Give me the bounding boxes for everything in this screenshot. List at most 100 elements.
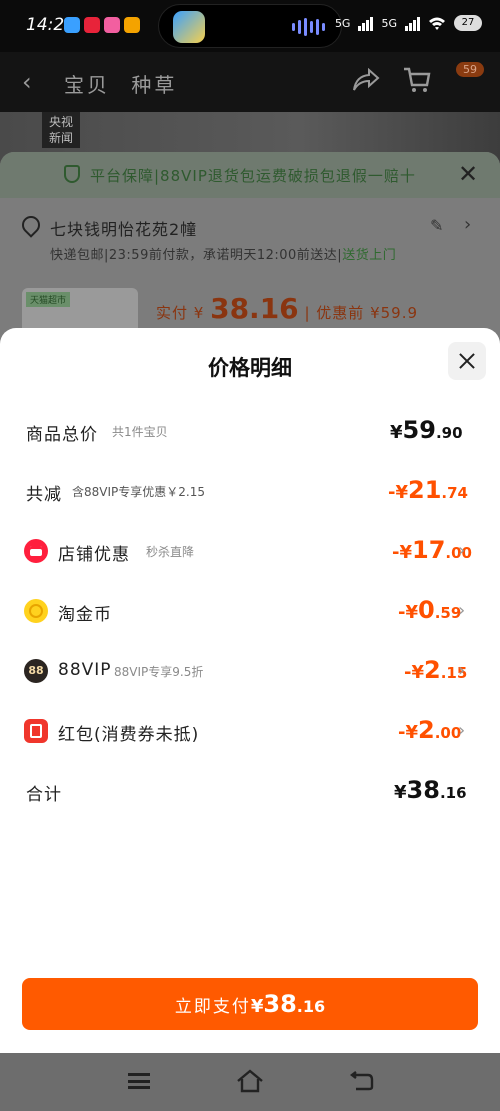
row-sublabel: 含88VIP专享优惠￥2.15	[72, 485, 205, 499]
app-notification-icon	[104, 17, 120, 33]
app-notification-icon	[84, 17, 100, 33]
before-discount-label: | 优惠前	[304, 304, 365, 322]
product-tag: 天猫超市	[26, 292, 71, 307]
tab-product[interactable]: 宝贝	[64, 73, 110, 97]
currency: -¥	[388, 482, 408, 503]
row-label: 淘金币	[58, 605, 112, 625]
dynamic-island[interactable]	[158, 4, 342, 48]
chevron-right-icon: ›	[458, 600, 466, 621]
news-logo-line-1: 央视	[48, 115, 73, 129]
currency: -¥	[398, 602, 418, 623]
currency: ¥	[394, 782, 407, 803]
price-row-total-discount: 共减 含88VIP专享优惠￥2.15 -¥21.74	[0, 471, 500, 511]
close-icon[interactable]: ✕	[458, 160, 478, 188]
guarantee-text: 平台保障|88VIP退货包运费破损包退假一赔十	[90, 167, 416, 185]
amount-int: 59	[402, 416, 436, 444]
cart-count-badge: 59	[456, 62, 484, 77]
chevron-right-icon: ›	[458, 540, 466, 561]
status-app-icons	[64, 17, 140, 33]
guarantee-banner: 平台保障|88VIP退货包运费破损包退假一赔十 ✕	[0, 152, 500, 198]
tab-recommend[interactable]: 种草	[131, 73, 177, 97]
vip-88-icon: 88	[24, 659, 48, 683]
menu-icon[interactable]	[128, 1073, 150, 1089]
audio-wave-icon	[292, 18, 325, 36]
home-icon[interactable]	[236, 1069, 264, 1093]
game-app-icon	[173, 11, 205, 43]
wifi-icon	[429, 17, 445, 30]
currency: ¥	[390, 422, 403, 443]
row-label: 合计	[26, 785, 62, 805]
delivery-info: 快递包邮|23:59前付款，承诺明天12:00前送达|送货上门	[50, 244, 396, 263]
chevron-right-icon: ›	[458, 660, 466, 681]
row-amount: -¥2.00	[398, 716, 461, 744]
row-sublabel: 共1件宝贝	[112, 425, 168, 439]
share-icon[interactable]	[352, 68, 380, 94]
price-row-total-goods: 商品总价 共1件宝贝 ¥59.90	[0, 411, 500, 451]
product-page-header: ‹ 宝贝 种草 59	[0, 52, 500, 112]
price-row-grand-total: 合计 ¥38.16	[0, 771, 500, 811]
price-row-88vip[interactable]: 88 88VIP 88VIP专享9.5折 -¥2.15 ›	[0, 651, 500, 691]
actual-pay-summary: 实付 ¥ 38.16 | 优惠前 ¥59.9	[156, 292, 418, 325]
gold-coin-icon	[24, 599, 48, 623]
shop-coupon-icon	[24, 539, 48, 563]
currency: -¥	[398, 722, 418, 743]
amount-dec: .16	[439, 784, 467, 802]
row-amount: ¥59.90	[390, 416, 463, 444]
pay-button-label: 立即支付	[174, 997, 251, 1017]
product-tabs: 宝贝 种草	[64, 69, 189, 98]
amount-int: 2	[424, 656, 441, 684]
row-label: 红包(消费券未抵)	[58, 725, 200, 745]
price-row-red-packet[interactable]: 红包(消费券未抵) -¥2.00 ›	[0, 711, 500, 751]
pay-button-amount-int: 38	[263, 990, 297, 1018]
chevron-right-icon[interactable]: ›	[464, 214, 471, 235]
battery-icon: 27	[454, 15, 482, 31]
row-amount: -¥0.59	[398, 596, 461, 624]
location-pin-icon	[18, 212, 44, 238]
pay-button-amount-dec: .16	[296, 997, 326, 1016]
amount-dec: .74	[441, 484, 468, 502]
amount-int: 21	[408, 476, 442, 504]
status-bar: 14:21 5G 5G 27	[0, 0, 500, 52]
amount-int: 38	[406, 776, 440, 804]
row-amount: ¥38.16	[394, 776, 467, 804]
cart-icon[interactable]	[402, 66, 432, 94]
row-label: 商品总价	[26, 425, 98, 445]
price-detail-sheet: 价格明细 商品总价 共1件宝贝 ¥59.90 共减 含88VIP专享优惠￥2.1…	[0, 328, 500, 1053]
row-label: 店铺优惠	[58, 545, 130, 565]
back-arrow-icon[interactable]: ‹	[22, 68, 32, 96]
shield-icon	[64, 165, 80, 183]
news-logo-line-2: 新闻	[48, 131, 73, 145]
network-label-1: 5G	[334, 16, 351, 30]
app-notification-icon	[64, 17, 80, 33]
status-indicators: 5G 5G 27	[335, 15, 482, 31]
delivery-link[interactable]: 送货上门	[342, 248, 396, 263]
pay-now-button[interactable]: 立即支付¥38.16	[22, 978, 478, 1030]
before-discount-value: ¥59.9	[370, 304, 419, 322]
currency: -¥	[392, 542, 412, 563]
actual-pay-label: 实付 ¥	[156, 304, 205, 322]
chevron-right-icon: ›	[458, 720, 466, 741]
news-logo: 央视 新闻	[42, 112, 80, 148]
price-row-taojinbi[interactable]: 淘金币 -¥0.59 ›	[0, 591, 500, 631]
signal-icon	[405, 15, 420, 31]
row-sublabel: 秒杀直降	[146, 545, 195, 559]
amount-dec: .90	[435, 424, 463, 442]
row-label: 88VIP	[58, 660, 112, 680]
price-row-shop-coupon[interactable]: 店铺优惠 秒杀直降 -¥17.00 ›	[0, 531, 500, 571]
amount-int: 0	[418, 596, 435, 624]
amount-int: 2	[418, 716, 435, 744]
close-button[interactable]	[448, 342, 486, 380]
signal-icon	[358, 15, 374, 31]
row-sublabel: 88VIP专享9.5折	[114, 665, 204, 679]
pay-button-currency: ¥	[250, 996, 264, 1017]
amount-int: 17	[412, 536, 446, 564]
address-name[interactable]: 七块钱明怡花苑2幢	[50, 216, 197, 240]
edit-icon[interactable]: ✎	[430, 216, 443, 235]
actual-pay-value: 38.16	[210, 292, 299, 325]
currency: -¥	[404, 662, 424, 683]
network-label-2: 5G	[381, 16, 397, 30]
red-packet-icon	[24, 719, 48, 743]
row-amount: -¥21.74	[388, 476, 468, 504]
back-icon[interactable]	[350, 1071, 374, 1091]
sheet-title: 价格明细	[208, 356, 292, 380]
